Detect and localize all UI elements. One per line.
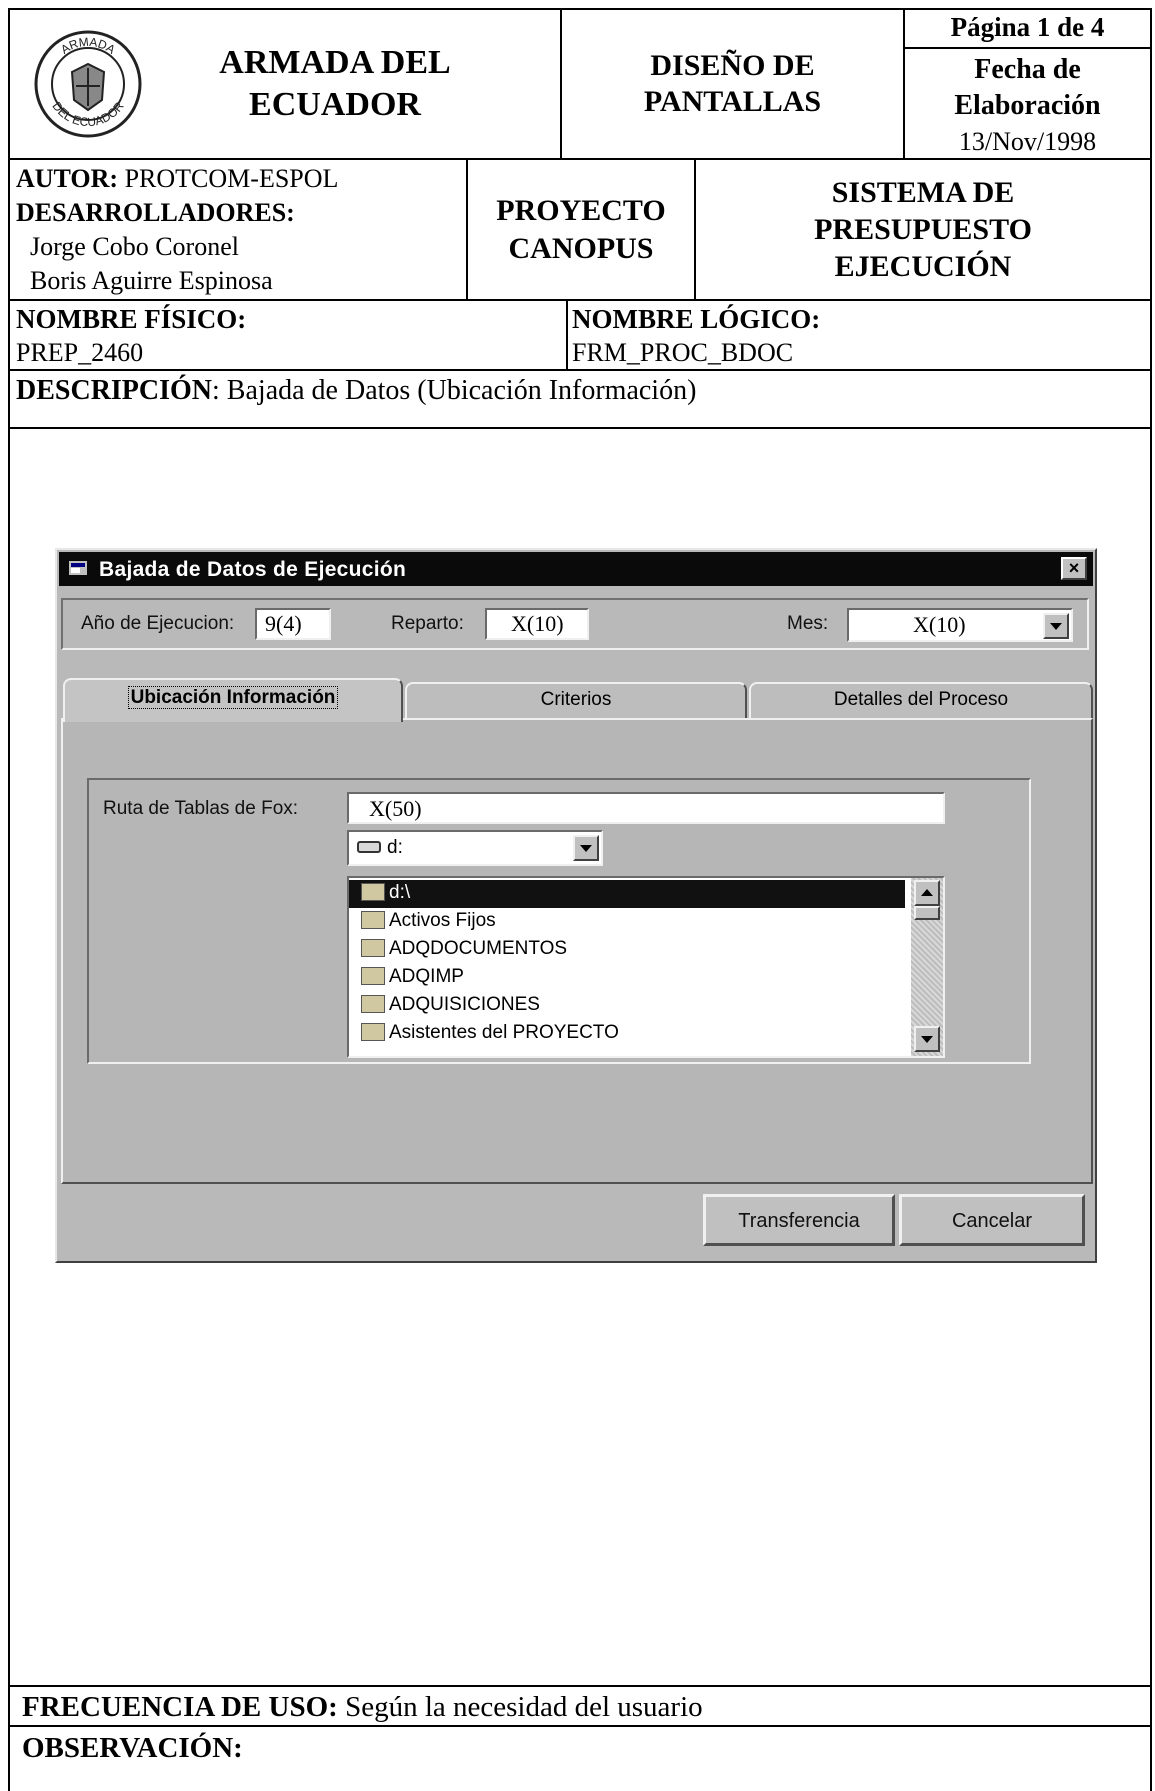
mes-label: Mes: bbox=[787, 613, 829, 634]
path-input[interactable]: X(50) bbox=[347, 792, 945, 824]
year-input[interactable]: 9(4) bbox=[255, 608, 331, 640]
chevron-down-icon bbox=[1050, 623, 1062, 630]
folder-icon bbox=[361, 910, 385, 929]
doc-type-line1: DISEÑO DE bbox=[650, 49, 815, 82]
scroll-up-button[interactable] bbox=[914, 880, 940, 906]
scroll-thumb[interactable] bbox=[914, 906, 940, 920]
folder-item[interactable]: Activos Fijos bbox=[361, 908, 496, 934]
logical-name-label: NOMBRE LÓGICO: bbox=[572, 304, 821, 334]
year-label: Año de Ejecucion: bbox=[81, 613, 235, 634]
project-line1: PROYECTO bbox=[496, 194, 666, 227]
physical-name-block: NOMBRE FÍSICO: PREP_2460 bbox=[16, 302, 566, 370]
tab-page: Ruta de Tablas de Fox: X(50) d: d:\ Acti… bbox=[61, 718, 1093, 1184]
org-name-line1: ARMADA DEL bbox=[219, 44, 451, 81]
transfer-button-label: Transferencia bbox=[738, 1210, 860, 1232]
drive-dropdown-button[interactable] bbox=[573, 835, 599, 861]
date-value: 13/Nov/1998 bbox=[958, 127, 1097, 156]
doc-type-line2: PANTALLAS bbox=[643, 85, 822, 118]
dialog-title: Bajada de Datos de Ejecución bbox=[99, 558, 407, 581]
folder-item-root[interactable]: d:\ bbox=[361, 880, 410, 906]
author-label: AUTOR: bbox=[16, 164, 119, 193]
frequency-of-use: FRECUENCIA DE USO: Según la necesidad de… bbox=[22, 1689, 1142, 1725]
tab-detalles-label: Detalles del Proceso bbox=[833, 689, 1009, 710]
mes-value: X(10) bbox=[913, 612, 966, 637]
frequency-label: FRECUENCIA DE USO: bbox=[22, 1691, 338, 1723]
physical-name-label: NOMBRE FÍSICO: bbox=[16, 304, 247, 334]
authors-block: AUTOR: PROTCOM-ESPOL DESARROLLADORES: Jo… bbox=[16, 162, 466, 298]
window-icon bbox=[69, 561, 87, 575]
cancel-button[interactable]: Cancelar bbox=[899, 1194, 1085, 1246]
description-label: DESCRIPCIÓN bbox=[16, 375, 213, 406]
date-label-line1: Fecha de bbox=[974, 54, 1081, 85]
transfer-button[interactable]: Transferencia bbox=[703, 1194, 895, 1246]
date-block: Fecha de Elaboración 13/Nov/1998 bbox=[905, 52, 1150, 160]
scroll-down-button[interactable] bbox=[914, 1026, 940, 1052]
folder-list-scrollbar[interactable] bbox=[911, 878, 943, 1056]
author-value: PROTCOM-ESPOL bbox=[124, 164, 339, 193]
folder-item[interactable]: ADQIMP bbox=[361, 964, 464, 990]
project-name: PROYECTO CANOPUS bbox=[468, 192, 694, 268]
year-value: 9(4) bbox=[265, 611, 302, 636]
doc-type: DISEÑO DE PANTALLAS bbox=[562, 48, 903, 120]
folder-item[interactable]: Asistentes del PROYECTO bbox=[361, 1020, 619, 1046]
tab-ubicacion-informacion[interactable]: Ubicación Información bbox=[63, 678, 403, 722]
path-value: X(50) bbox=[369, 796, 422, 821]
tab-criterios[interactable]: Criterios bbox=[405, 682, 747, 718]
description-text: : Bajada de Datos (Ubicación Información… bbox=[212, 375, 697, 406]
description: DESCRIPCIÓN: Bajada de Datos (Ubicación … bbox=[16, 373, 1136, 409]
reparto-input[interactable]: X(10) bbox=[485, 608, 589, 640]
armada-seal-logo: ARMADA DEL ECUADOR bbox=[32, 28, 144, 140]
folder-selected-row[interactable] bbox=[349, 880, 905, 908]
frequency-value: Según la necesidad del usuario bbox=[345, 1691, 703, 1723]
folder-icon bbox=[361, 1022, 385, 1041]
developers-label: DESARROLLADORES: bbox=[16, 198, 295, 227]
dialog-titlebar[interactable]: Bajada de Datos de Ejecución × bbox=[59, 552, 1093, 586]
chevron-down-icon bbox=[580, 845, 592, 852]
reparto-value: X(10) bbox=[511, 611, 564, 636]
reparto-label: Reparto: bbox=[391, 613, 464, 634]
logical-name-value: FRM_PROC_BDOC bbox=[572, 338, 794, 367]
observation-label: OBSERVACIÓN: bbox=[22, 1732, 243, 1764]
mes-select[interactable]: X(10) bbox=[847, 608, 1073, 642]
system-name: SISTEMA DE PRESUPUESTO EJECUCIÓN bbox=[696, 174, 1150, 285]
logical-name-block: NOMBRE LÓGICO: FRM_PROC_BDOC bbox=[572, 302, 1142, 370]
developer-2: Boris Aguirre Espinosa bbox=[30, 266, 273, 295]
close-button[interactable]: × bbox=[1061, 557, 1087, 580]
dialog-window: Bajada de Datos de Ejecución × Año de Ej… bbox=[55, 548, 1097, 1263]
tab-detalles-proceso[interactable]: Detalles del Proceso bbox=[749, 682, 1093, 718]
org-name-line2: ECUADOR bbox=[249, 86, 421, 123]
mes-dropdown-button[interactable] bbox=[1043, 613, 1069, 639]
date-label-line2: Elaboración bbox=[954, 90, 1101, 121]
folder-icon bbox=[361, 938, 385, 957]
system-line2: PRESUPUESTO bbox=[814, 213, 1032, 246]
page-number: Página 1 de 4 bbox=[950, 12, 1105, 42]
drive-value: d: bbox=[387, 837, 403, 858]
open-folder-icon bbox=[361, 882, 385, 901]
org-name: ARMADA DEL ECUADOR bbox=[170, 42, 500, 126]
chevron-up-icon bbox=[921, 889, 933, 896]
physical-name-value: PREP_2460 bbox=[16, 338, 144, 367]
tab-ubicacion-label: Ubicación Información bbox=[127, 686, 339, 709]
chevron-down-icon bbox=[921, 1036, 933, 1043]
folder-icon bbox=[361, 994, 385, 1013]
project-line2: CANOPUS bbox=[508, 232, 654, 265]
developer-1: Jorge Cobo Coronel bbox=[30, 232, 239, 261]
system-line3: EJECUCIÓN bbox=[834, 250, 1012, 283]
folder-item[interactable]: ADQDOCUMENTOS bbox=[361, 936, 567, 962]
system-line1: SISTEMA DE bbox=[831, 176, 1015, 209]
drive-icon bbox=[357, 841, 381, 853]
folder-item[interactable]: ADQUISICIONES bbox=[361, 992, 540, 1018]
tab-criterios-label: Criterios bbox=[540, 689, 612, 710]
folder-icon bbox=[361, 966, 385, 985]
folder-list[interactable]: d:\ Activos Fijos ADQDOCUMENTOS ADQIMP A… bbox=[347, 876, 945, 1058]
drive-select[interactable]: d: bbox=[347, 830, 603, 866]
cancel-button-label: Cancelar bbox=[951, 1210, 1033, 1232]
path-label: Ruta de Tablas de Fox: bbox=[103, 798, 299, 819]
